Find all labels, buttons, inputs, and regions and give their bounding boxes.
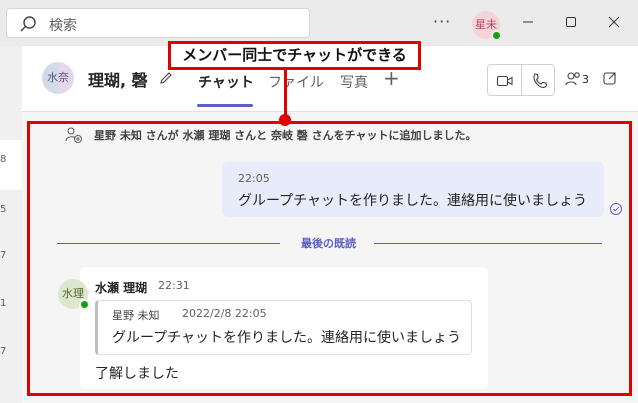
title-bar: 検索 ··· 星未 <box>0 0 638 46</box>
presence-available-icon <box>491 30 502 41</box>
participants-count: 3 <box>582 73 589 86</box>
search-icon <box>20 16 36 32</box>
tab-files[interactable]: ファイル <box>268 72 324 92</box>
group-avatar-right: 奈 <box>58 62 74 94</box>
group-avatar: 水 奈 <box>42 62 74 94</box>
user-avatar[interactable]: 星未 <box>472 11 502 41</box>
audio-call-icon[interactable] <box>530 72 548 90</box>
chat-list-fragment: 1 <box>0 298 7 309</box>
search-box[interactable]: 検索 <box>6 8 310 38</box>
video-call-icon[interactable] <box>496 72 514 90</box>
chat-title: 理瑚, 磬 <box>88 71 148 90</box>
call-buttons <box>487 64 555 96</box>
more-options-icon[interactable]: ··· <box>433 12 451 31</box>
pop-out-icon[interactable] <box>602 70 618 86</box>
tab-photos[interactable]: 写真 <box>340 72 368 92</box>
call-divider <box>521 65 522 95</box>
maximize-icon[interactable] <box>561 12 581 32</box>
tab-chat[interactable]: チャット <box>198 72 254 92</box>
annotation-dot <box>279 114 291 126</box>
chat-list-selected-item[interactable] <box>0 140 22 190</box>
chat-list-fragment: 7 <box>0 346 7 357</box>
active-tab-indicator <box>197 104 253 107</box>
chat-list-fragment: 5 <box>0 204 7 215</box>
annotation-frame <box>27 121 632 396</box>
minimize-icon[interactable] <box>518 12 538 32</box>
people-add-icon <box>565 72 580 86</box>
user-avatar-initials: 星未 <box>475 18 497 31</box>
annotation-connector <box>284 70 287 118</box>
group-avatar-left: 水 <box>42 62 58 94</box>
close-icon[interactable] <box>604 12 624 32</box>
edit-name-icon[interactable] <box>158 70 174 86</box>
chat-list-fragment: 8 <box>0 154 7 165</box>
chat-list-edge: 8 5 7 1 7 <box>0 46 22 403</box>
search-placeholder: 検索 <box>49 18 77 34</box>
participants-button[interactable]: 3 <box>564 70 594 90</box>
annotation-label: メンバー同士でチャットができる <box>168 41 421 70</box>
chat-list-fragment: 7 <box>0 250 7 261</box>
